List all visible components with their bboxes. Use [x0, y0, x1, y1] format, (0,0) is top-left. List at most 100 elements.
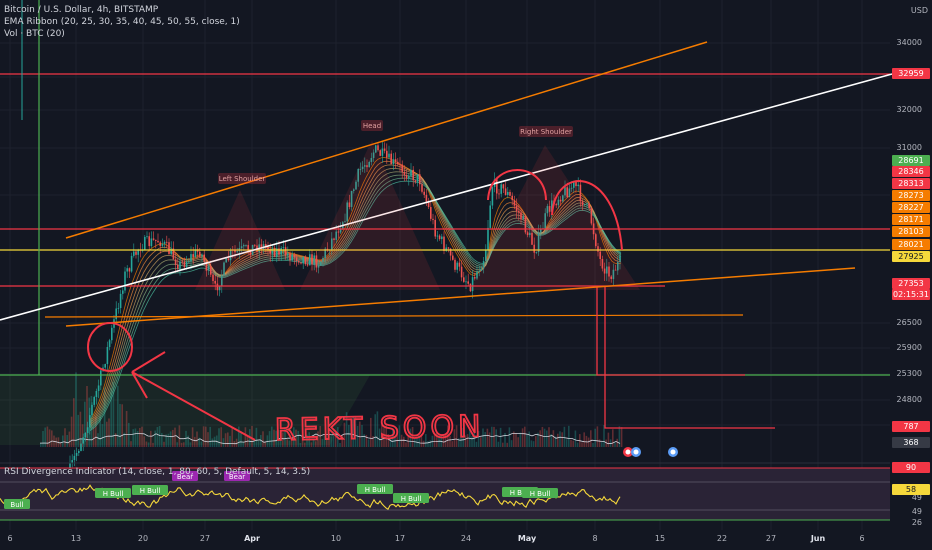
volume-bar: [506, 442, 508, 447]
target-projection-1[interactable]: [596, 286, 745, 376]
candle-body: [443, 236, 445, 251]
volume-bar: [211, 438, 214, 447]
volume-bar: [526, 434, 528, 447]
rsi-title[interactable]: RSI Divergence Indicator (14, close, 1, …: [4, 466, 310, 478]
volume-bar: [48, 429, 51, 447]
candle-body: [97, 385, 100, 391]
volume-bar: [141, 426, 143, 447]
price-scale[interactable]: USD 340003300032000310002900026500259002…: [890, 0, 932, 550]
volume-bar: [194, 436, 196, 447]
volume-bar: [543, 428, 546, 447]
time-tick: 22: [716, 534, 728, 543]
candle-body: [104, 364, 106, 368]
candle-body: [106, 346, 109, 365]
candle-body: [78, 450, 80, 453]
volume-legend[interactable]: Vol · BTC (20): [4, 28, 240, 40]
lower-channel-line[interactable]: [65, 267, 856, 327]
candle-body: [146, 236, 148, 238]
candle-body: [280, 247, 282, 255]
volume-bar: [576, 442, 579, 447]
volume-bar: [499, 427, 502, 447]
candle-body: [487, 227, 489, 250]
candle-body: [130, 255, 133, 272]
price-tag: 368: [892, 437, 930, 448]
candle-body: [491, 186, 494, 206]
candle-body: [467, 281, 469, 284]
candle-body: [152, 238, 155, 240]
candle-body: [126, 268, 128, 272]
volume-bar: [224, 433, 227, 447]
candle-body: [489, 205, 491, 228]
candle-body: [179, 261, 181, 269]
candle-body: [392, 159, 395, 165]
volume-bar: [154, 430, 156, 447]
volume-bar: [574, 430, 577, 447]
volume-bar: [552, 430, 555, 447]
volume-bar: [510, 440, 513, 447]
volume-bar: [161, 433, 163, 447]
candle-body: [452, 255, 454, 260]
candle-body: [502, 184, 505, 189]
volume-bar: [504, 432, 506, 447]
volume-bar: [535, 436, 537, 447]
time-tick: Apr: [244, 534, 260, 543]
volume-bar: [229, 435, 231, 447]
volume-bar: [158, 425, 161, 447]
volume-bar: [169, 431, 172, 447]
candle-body: [91, 404, 93, 416]
candle-body: [155, 239, 157, 241]
rsi-label-text: H Bull: [365, 486, 386, 494]
price-tag: 27925: [892, 251, 930, 262]
price-tag: 02:15:31: [892, 289, 930, 300]
rsi-label-text: H Bull: [401, 495, 422, 503]
volume-bar: [62, 435, 64, 447]
volume-bar: [68, 431, 71, 447]
candle-body: [394, 159, 397, 162]
rsi-label-text: H Bull: [530, 490, 551, 498]
volume-bar: [271, 426, 273, 447]
head-triangle: [300, 140, 440, 290]
target-projection-2[interactable]: [604, 286, 775, 429]
candle-body: [185, 261, 188, 268]
news-icons[interactable]: [623, 447, 678, 457]
price-tag: 28313: [892, 178, 930, 189]
volume-bar: [517, 437, 519, 447]
ema-ribbon-legend[interactable]: EMA Ribbon (20, 25, 30, 35, 40, 45, 50, …: [4, 16, 240, 28]
rsi-tag: 58: [892, 484, 930, 495]
candle-body: [192, 254, 194, 257]
candle-body: [271, 248, 274, 254]
candle-body: [507, 191, 509, 195]
volume-bar: [244, 427, 247, 447]
candle-body: [469, 283, 472, 292]
candle-body: [100, 370, 102, 386]
candle-body: [278, 248, 280, 255]
volume-bar: [167, 433, 170, 447]
volume-bar: [557, 433, 559, 447]
volume-bar: [541, 426, 544, 447]
candle-body: [115, 308, 117, 320]
price-tag: 28346: [892, 166, 930, 177]
volume-bar: [213, 436, 216, 447]
volume-bar: [156, 427, 159, 447]
volume-bar: [532, 441, 535, 447]
white-trendline[interactable]: [0, 73, 893, 321]
volume-bar: [176, 442, 178, 447]
candle-body: [577, 184, 579, 187]
time-tick: 6: [7, 534, 13, 543]
lower-orange-line[interactable]: [44, 314, 744, 318]
volume-bar: [134, 428, 137, 447]
candle-body: [432, 218, 434, 220]
volume-bar: [44, 427, 46, 447]
candle-body: [377, 145, 379, 151]
volume-bar: [200, 441, 203, 447]
volume-bar: [70, 416, 73, 447]
volume-bar: [66, 435, 68, 447]
volume-bar: [128, 422, 130, 447]
candle-body: [460, 266, 463, 278]
candle-body: [588, 203, 590, 209]
volume-bar: [143, 436, 145, 447]
symbol-title[interactable]: Bitcoin / U.S. Dollar, 4h, BITSTAMP: [4, 4, 240, 16]
left-shoulder-triangle: [195, 190, 285, 290]
volume-bar: [508, 427, 511, 447]
volume-bar: [196, 431, 198, 447]
